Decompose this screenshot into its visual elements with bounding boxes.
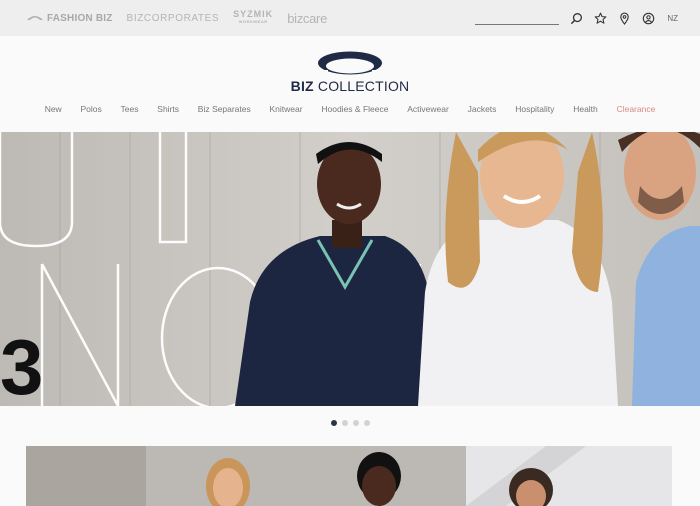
fashionbiz-logo-icon [27, 16, 43, 20]
carousel-dots [0, 420, 700, 430]
hero-banner[interactable]: 3 [0, 132, 700, 406]
logo-text-bold: BIZ [290, 78, 314, 94]
brand-name: BIZCORPORATES [126, 12, 220, 24]
utility-nav: NZ [475, 8, 678, 28]
brand-sub: WORKWEAR [238, 19, 268, 24]
brand-name: FASHION BIZ [47, 12, 113, 24]
carousel-dot-2[interactable] [341, 420, 348, 426]
promo-banner[interactable] [26, 446, 672, 506]
brand-link-syzmik[interactable]: SYZMIK WORKWEAR [233, 9, 274, 25]
biz-collection-logo[interactable]: BIZ COLLECTION [291, 50, 409, 96]
nav-item-polos[interactable]: Polos [71, 102, 111, 120]
logo-text-rest: COLLECTION [313, 78, 410, 94]
nav-item-hoodies-fleece[interactable]: Hoodies & Fleece [312, 102, 398, 120]
nav-item-tees[interactable]: Tees [111, 102, 148, 120]
promo-photo [26, 446, 672, 506]
nav-item-new[interactable]: New [35, 102, 71, 120]
carousel-dot-4[interactable] [363, 420, 370, 426]
main-nav: New Polos Tees Shirts Biz Separates Knit… [0, 102, 700, 120]
brand-links: FASHION BIZ BIZCORPORATES SYZMIK WORKWEA… [26, 8, 327, 28]
nav-item-health[interactable]: Health [564, 102, 607, 120]
nav-item-jackets[interactable]: Jackets [458, 102, 506, 120]
nav-item-clearance[interactable]: Clearance [607, 102, 665, 120]
nav-item-shirts[interactable]: Shirts [148, 102, 189, 120]
brand-link-bizcorporates[interactable]: BIZCORPORATES [127, 13, 220, 24]
nav-item-knitwear[interactable]: Knitwear [260, 102, 312, 120]
brand-link-bizcare[interactable]: bizcare [287, 11, 327, 26]
brand-name: bizcare [287, 10, 327, 26]
nav-item-activewear[interactable]: Activewear [398, 102, 458, 120]
brand-link-fashionbiz[interactable]: FASHION BIZ [26, 13, 113, 24]
brand-name: SYZMIK [233, 9, 274, 19]
brand-bar: FASHION BIZ BIZCORPORATES SYZMIK WORKWEA… [0, 0, 700, 36]
search-icon[interactable] [569, 11, 583, 25]
user-account-icon[interactable] [641, 11, 655, 25]
carousel-dot-3[interactable] [352, 420, 359, 426]
location-pin-icon[interactable] [617, 11, 631, 25]
nav-item-biz-separates[interactable]: Biz Separates [188, 102, 260, 120]
star-icon[interactable] [593, 11, 607, 25]
search-input[interactable] [475, 11, 560, 25]
biz-arc-logo-icon [316, 51, 384, 76]
hero-photo [0, 132, 700, 406]
region-selector[interactable]: NZ [667, 14, 678, 23]
nav-item-hospitality[interactable]: Hospitality [506, 102, 564, 120]
carousel-dot-1[interactable] [330, 420, 337, 426]
logo-wordmark: BIZ COLLECTION [291, 78, 410, 94]
slide-number: 3 [0, 323, 44, 406]
site-header: BIZ COLLECTION [0, 36, 700, 98]
